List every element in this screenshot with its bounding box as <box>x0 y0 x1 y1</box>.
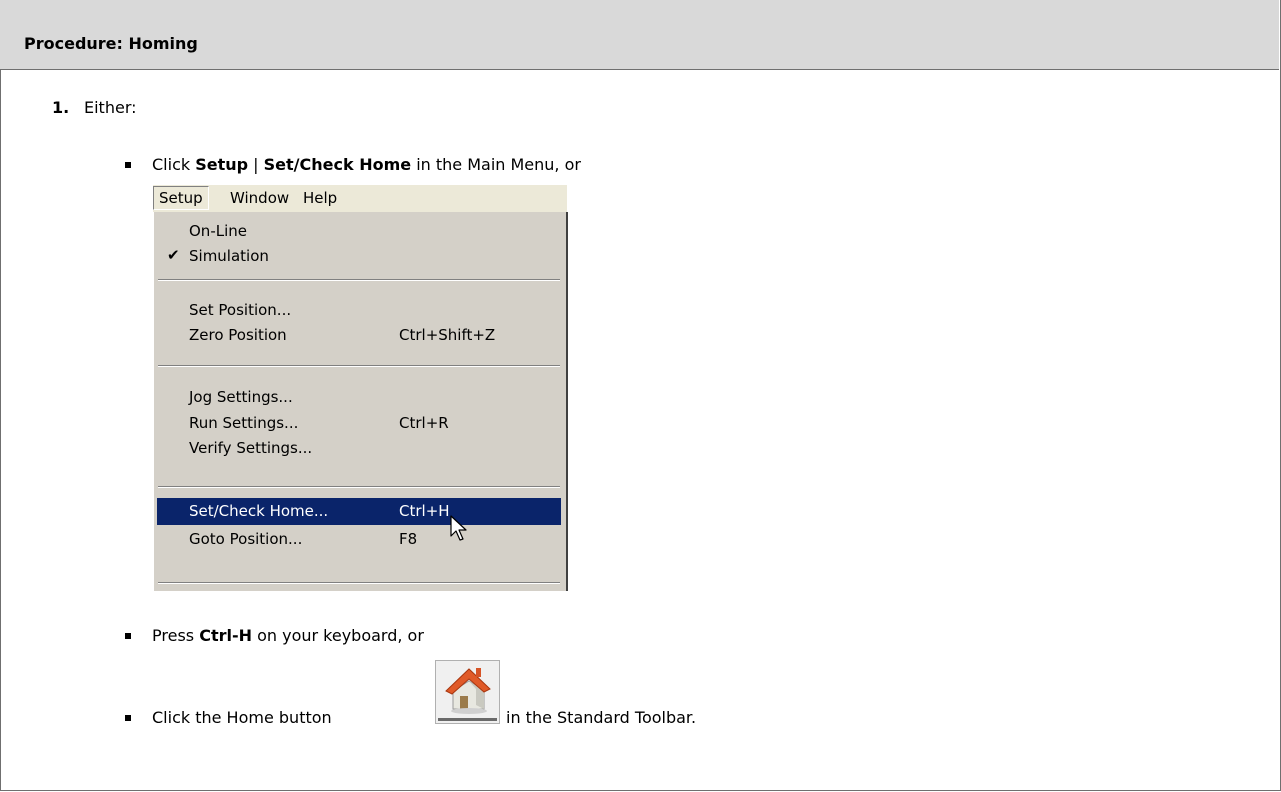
menu-item-shortcut: Ctrl+Shift+Z <box>399 326 496 344</box>
step-text: Either: <box>84 98 137 117</box>
menu-separator <box>158 279 560 281</box>
menu-item-verify-settings[interactable]: Verify Settings... <box>154 435 562 462</box>
menu-path-separator: | <box>248 155 264 174</box>
menu-item-label: Zero Position <box>189 326 287 344</box>
step-number: 1. <box>52 98 70 117</box>
menu-item-jog-settings[interactable]: Jog Settings... <box>154 384 562 411</box>
menu-item-shortcut: Ctrl+H <box>399 502 450 520</box>
menu-item-shortcut: F8 <box>399 530 418 548</box>
menu-setup-ref: Setup <box>195 155 249 174</box>
menubar-setup[interactable]: Setup <box>153 186 209 210</box>
menu-item-label: Verify Settings... <box>189 439 313 457</box>
bullet-text-prefix: Press <box>152 626 200 645</box>
mouse-pointer-icon <box>450 515 467 541</box>
bullet-marker <box>125 715 131 721</box>
bullet-toolbar-prefix: Click the Home button <box>152 708 332 727</box>
bullet-marker <box>125 162 131 168</box>
shortcut-key-ref: Ctrl-H <box>199 626 252 645</box>
home-toolbar-button[interactable] <box>435 660 500 724</box>
menu-item-goto-position[interactable]: Goto Position... F8 <box>154 526 562 553</box>
menu-item-label: On-Line <box>189 222 247 240</box>
menu-separator <box>158 365 560 367</box>
procedure-header: Procedure: Homing <box>0 0 1279 70</box>
menu-item-label: Simulation <box>189 247 269 265</box>
menu-separator <box>158 486 560 488</box>
menubar-window[interactable]: Window <box>230 189 289 207</box>
menu-item-run-settings[interactable]: Run Settings... Ctrl+R <box>154 410 562 437</box>
menu-item-zero-position[interactable]: Zero Position Ctrl+Shift+Z <box>154 322 562 349</box>
bullet-text-suffix: on your keyboard, or <box>252 626 424 645</box>
checkmark-icon: ✔ <box>167 246 180 264</box>
menubar-help[interactable]: Help <box>303 189 337 207</box>
setup-dropdown-menu: On-Line ✔ Simulation Set Position... Zer… <box>153 212 568 591</box>
menu-item-online[interactable]: On-Line <box>154 218 562 245</box>
bullet-main-menu: Click Setup | Set/Check Home in the Main… <box>152 155 581 175</box>
home-icon <box>445 668 491 714</box>
bullet-text-suffix: in the Main Menu, or <box>411 155 581 174</box>
menu-separator <box>158 582 560 584</box>
procedure-title: Procedure: Homing <box>24 34 198 53</box>
menu-item-label: Goto Position... <box>189 530 303 548</box>
menubar: Setup Window Help <box>153 185 567 212</box>
menu-item-shortcut: Ctrl+R <box>399 414 449 432</box>
toolbar-button-baseline <box>438 718 497 721</box>
bullet-keyboard: Press Ctrl-H on your keyboard, or <box>152 626 424 646</box>
menu-set-check-home-ref: Set/Check Home <box>263 155 412 174</box>
menu-item-simulation[interactable]: ✔ Simulation <box>154 243 562 270</box>
menu-item-label: Set/Check Home... <box>189 502 329 520</box>
bullet-toolbar-suffix: in the Standard Toolbar. <box>506 708 697 727</box>
menu-item-set-check-home[interactable]: Set/Check Home... Ctrl+H <box>157 498 561 525</box>
bullet-marker <box>125 633 131 639</box>
menu-item-label: Run Settings... <box>189 414 299 432</box>
menu-item-label: Set Position... <box>189 301 292 319</box>
setup-menu-screenshot: Setup Window Help On-Line ✔ Simulation S… <box>153 185 568 591</box>
menu-item-set-position[interactable]: Set Position... <box>154 297 562 324</box>
menu-item-label: Jog Settings... <box>189 388 293 406</box>
bullet-text-prefix: Click <box>152 155 196 174</box>
